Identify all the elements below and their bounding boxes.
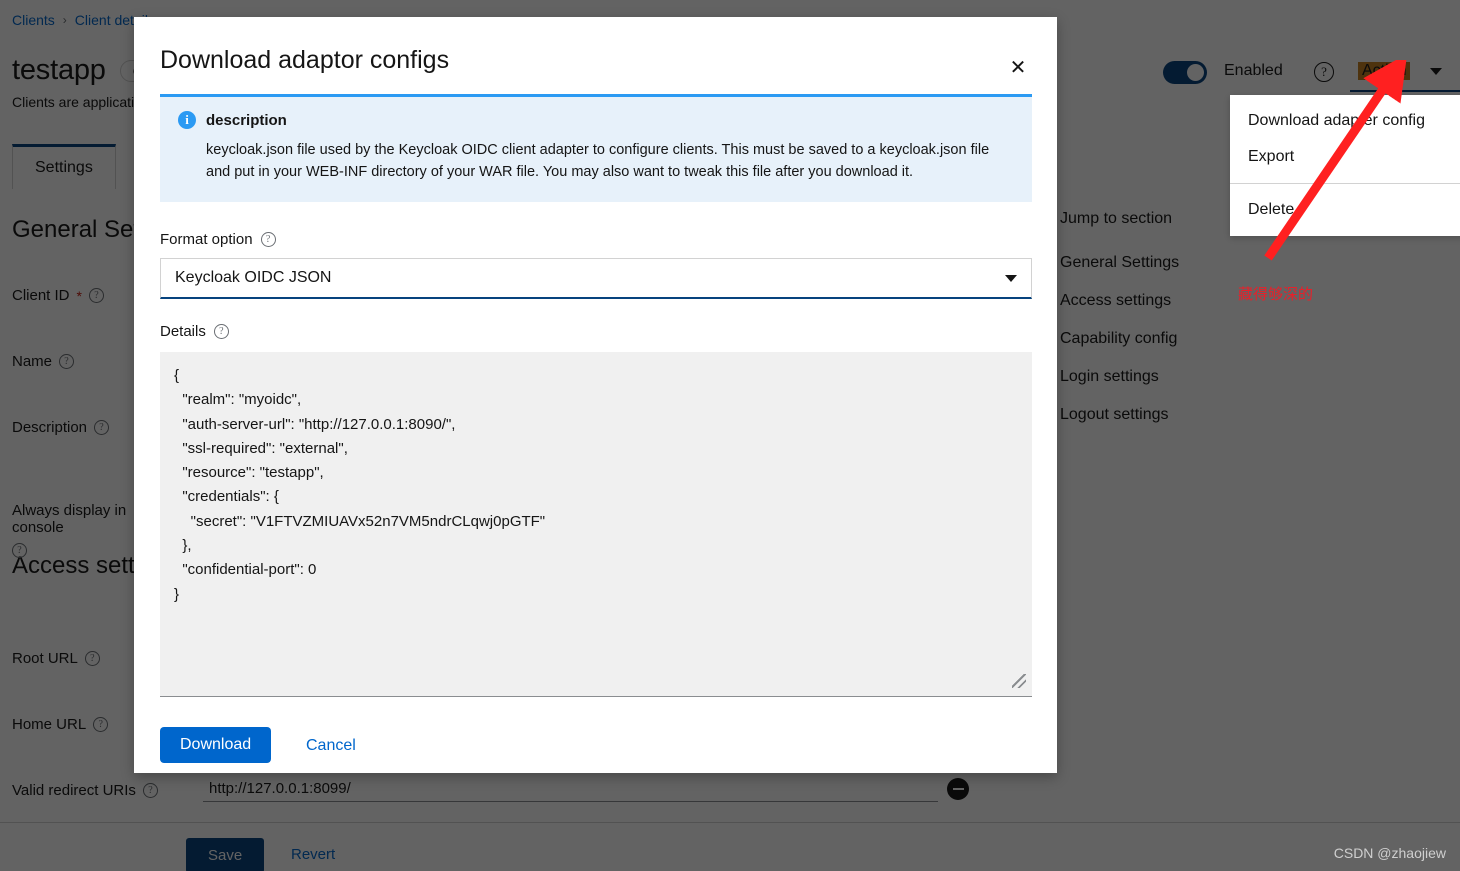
label-format-option: Format option ? (160, 231, 276, 248)
alert-title: description (206, 111, 287, 129)
app-root: Clients › Client details testapp OpenID … (0, 0, 1460, 871)
close-icon[interactable]: ✕ (1005, 55, 1031, 81)
label-format-option-text: Format option (160, 231, 253, 248)
cancel-button[interactable]: Cancel (300, 736, 362, 756)
description-alert: i description keycloak.json file used by… (160, 94, 1032, 202)
watermark: CSDN @zhaojiew (1333, 845, 1446, 861)
textarea-resize-handle[interactable] (1012, 674, 1026, 688)
format-option-select[interactable]: Keycloak OIDC JSON (160, 258, 1032, 299)
alert-header: i description (178, 111, 1014, 129)
details-textarea[interactable]: { "realm": "myoidc", "auth-server-url": … (160, 352, 1032, 697)
download-adaptor-configs-dialog: Download adaptor configs ✕ i description… (134, 17, 1057, 773)
label-details-text: Details (160, 323, 206, 340)
alert-body: keycloak.json file used by the Keycloak … (206, 142, 990, 181)
help-icon[interactable]: ? (260, 232, 276, 247)
dialog-title: Download adaptor configs (160, 46, 450, 74)
label-details: Details ? (160, 323, 229, 340)
annotation-text: 藏得够深的 (1238, 285, 1314, 303)
help-icon[interactable]: ? (213, 324, 229, 339)
menu-item-delete[interactable]: Delete (1230, 192, 1460, 228)
menu-item-export[interactable]: Export (1230, 139, 1460, 175)
action-dropdown-menu: Download adapter config Export Delete (1230, 95, 1460, 236)
chevron-down-icon (1005, 274, 1017, 282)
format-option-selected-value: Keycloak OIDC JSON (175, 269, 332, 286)
info-icon: i (178, 111, 196, 129)
menu-item-download-adapter-config[interactable]: Download adapter config (1230, 103, 1460, 139)
download-button[interactable]: Download (160, 727, 272, 763)
menu-separator (1230, 183, 1460, 184)
